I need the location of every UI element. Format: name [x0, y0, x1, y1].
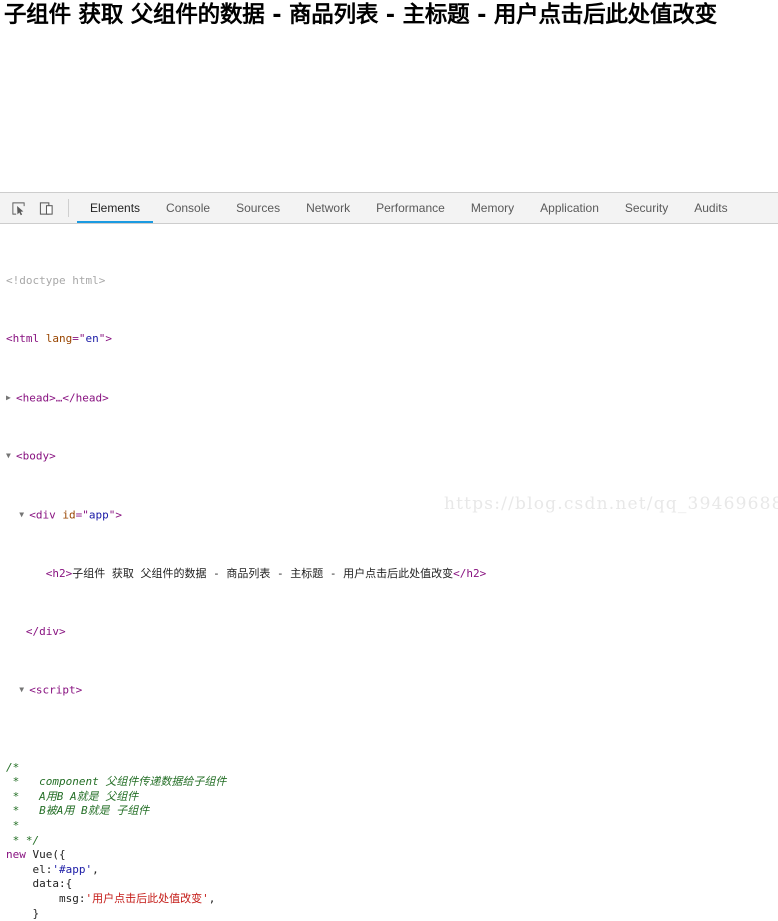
- tab-sources[interactable]: Sources: [223, 193, 293, 223]
- browser-page-viewport: 子组件 获取 父组件的数据 - 商品列表 - 主标题 - 用户点击后此处值改变: [0, 0, 778, 192]
- div-attr-name: id: [62, 508, 76, 522]
- div-close-tag: </div>: [25, 624, 66, 638]
- tab-network[interactable]: Network: [293, 193, 363, 223]
- msg-property-value: '用户点击后此处值改变': [85, 891, 209, 905]
- dom-node-doctype[interactable]: <!doctype html>: [6, 274, 778, 289]
- tab-elements[interactable]: Elements: [77, 193, 154, 223]
- dom-node-html[interactable]: <html lang="en">: [6, 332, 778, 347]
- div-tag-name: div: [35, 508, 56, 522]
- tab-application-label: Application: [540, 201, 599, 215]
- tab-network-label: Network: [306, 201, 351, 215]
- tab-memory[interactable]: Memory: [458, 193, 527, 223]
- div-open-bracket: <: [29, 508, 36, 522]
- html-attr-name: lang: [45, 332, 73, 346]
- script-source-block[interactable]: /* * component 父组件传递数据给子组件 * A用B A就是 父组件…: [0, 746, 778, 921]
- tab-security[interactable]: Security: [612, 193, 681, 223]
- msg-property-comma: ,: [208, 891, 216, 905]
- tab-memory-label: Memory: [470, 201, 515, 215]
- tab-sources-label: Sources: [236, 201, 281, 215]
- source-comment-line-5: *: [6, 818, 20, 832]
- dom-node-h2[interactable]: <h2>子组件 获取 父组件的数据 - 商品列表 - 主标题 - 用户点击后此处…: [6, 567, 778, 582]
- tab-console-label: Console: [166, 201, 211, 215]
- html-tag-name: html: [12, 332, 40, 346]
- devtools-panel: Elements Console Sources Network Perform…: [0, 192, 778, 920]
- div-attr-close: ">: [108, 508, 122, 522]
- el-option-value: '#app': [52, 862, 93, 876]
- div-attr-eq: =": [75, 508, 89, 522]
- body-node-text: <body>: [16, 449, 56, 463]
- h2-text-content: 子组件 获取 父组件的数据 - 商品列表 - 主标题 - 用户点击后此处值改变: [72, 566, 454, 580]
- inspect-element-icon[interactable]: [4, 193, 32, 223]
- dom-tree[interactable]: <!doctype html> <html lang="en"> ▶ <head>…: [0, 224, 778, 742]
- source-comment-line-1: /*: [6, 760, 20, 774]
- data-closing-brace: }: [32, 906, 40, 920]
- dom-node-head[interactable]: ▶ <head>…</head>: [6, 391, 778, 406]
- doctype-text: <!doctype html>: [6, 273, 106, 287]
- el-option-key: el:: [32, 862, 53, 876]
- h2-open-tag: <h2>: [45, 566, 73, 580]
- tab-application[interactable]: Application: [527, 193, 612, 223]
- html-attr-close: ">: [98, 332, 112, 346]
- dom-node-div-app[interactable]: ▼ <div id="app">: [6, 508, 778, 523]
- page-title-heading: 子组件 获取 父组件的数据 - 商品列表 - 主标题 - 用户点击后此处值改变: [4, 2, 717, 28]
- source-comment-line-6: * */: [6, 833, 40, 847]
- source-comment-line-2: * component 父组件传递数据给子组件: [6, 775, 227, 789]
- script-open-tag: <script>: [29, 683, 83, 697]
- tab-console[interactable]: Console: [153, 193, 223, 223]
- source-comment-line-4: * B被A用 B就是 子组件: [6, 804, 150, 818]
- devtools-toolbar: Elements Console Sources Network Perform…: [0, 193, 778, 224]
- tab-performance-label: Performance: [376, 201, 445, 215]
- msg-property-key: msg:: [58, 891, 86, 905]
- dom-node-script[interactable]: ▼ <script>: [6, 683, 778, 698]
- devtools-tab-bar: Elements Console Sources Network Perform…: [77, 193, 741, 223]
- tab-audits-label: Audits: [694, 201, 728, 215]
- html-attr-value: en: [85, 332, 99, 346]
- chevron-down-icon-body[interactable]: ▼: [6, 449, 16, 464]
- chevron-down-icon-script[interactable]: ▼: [19, 683, 29, 698]
- keyword-new: new: [6, 848, 33, 862]
- source-comment-line-3: * A用B A就是 父组件: [6, 789, 139, 803]
- dom-node-body[interactable]: ▼ <body>: [6, 449, 778, 464]
- tab-security-label: Security: [624, 201, 669, 215]
- vue-constructor-call: Vue({: [32, 848, 66, 862]
- chevron-down-icon-div[interactable]: ▼: [19, 508, 29, 523]
- h2-close-tag: </h2>: [453, 566, 487, 580]
- html-open-bracket: <: [6, 332, 13, 346]
- tab-audits[interactable]: Audits: [681, 193, 740, 223]
- el-option-comma: ,: [92, 862, 99, 876]
- tab-performance[interactable]: Performance: [363, 193, 458, 223]
- chevron-right-icon[interactable]: ▶: [6, 391, 16, 406]
- dom-node-div-close[interactable]: </div>: [6, 625, 778, 640]
- html-attr-eq: =": [72, 332, 86, 346]
- data-option-key: data:{: [32, 877, 73, 891]
- toolbar-divider: [68, 199, 69, 217]
- tab-elements-label: Elements: [90, 201, 141, 215]
- head-node-text: <head>…</head>: [16, 390, 109, 404]
- div-attr-value: app: [88, 508, 109, 522]
- device-toolbar-icon[interactable]: [32, 193, 60, 223]
